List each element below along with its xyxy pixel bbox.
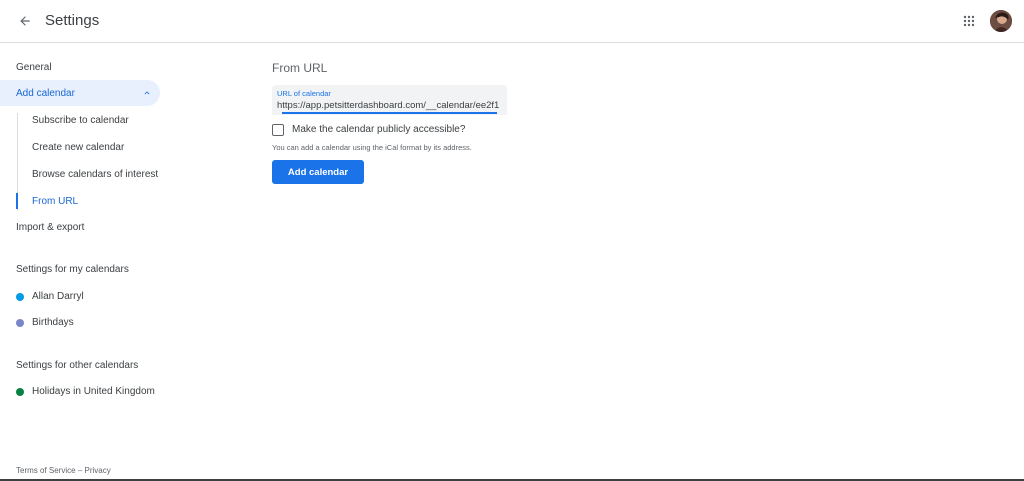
sidebar-item-import-export[interactable]: Import & export xyxy=(0,214,84,240)
calendar-label: Allan Darryl xyxy=(32,291,84,302)
calendar-color-dot xyxy=(16,319,24,327)
url-field[interactable]: URL of calendar xyxy=(272,85,507,115)
chevron-up-icon xyxy=(144,91,150,95)
calendar-item[interactable]: Holidays in United Kingdom xyxy=(0,381,170,403)
sidebar-item-from-url[interactable]: From URL xyxy=(0,188,78,214)
sidebar-item-label: Create new calendar xyxy=(32,141,125,153)
other-calendars-heading: Settings for other calendars xyxy=(16,360,139,371)
public-access-label[interactable]: Make the calendar publicly accessible? xyxy=(292,124,465,135)
sidebar-item-label: Browse calendars of interest xyxy=(32,168,159,180)
back-button[interactable] xyxy=(12,8,38,34)
calendar-color-dot xyxy=(16,293,24,301)
top-bar: Settings xyxy=(0,0,1024,43)
calendar-color-dot xyxy=(16,388,24,396)
sidebar-item-subscribe[interactable]: Subscribe to calendar xyxy=(0,107,129,133)
footer-separator: – xyxy=(77,466,83,475)
calendar-item[interactable]: Allan Darryl xyxy=(0,286,170,308)
apps-button[interactable] xyxy=(959,11,979,31)
avatar[interactable] xyxy=(990,10,1012,32)
public-access-checkbox[interactable] xyxy=(272,124,284,136)
sidebar-item-add-calendar[interactable]: Add calendar xyxy=(0,80,160,106)
sidebar-item-create-new[interactable]: Create new calendar xyxy=(0,134,124,160)
url-field-focus-underline xyxy=(282,112,497,114)
sidebar-item-general[interactable]: General xyxy=(0,54,52,80)
my-calendars-heading: Settings for my calendars xyxy=(16,264,129,275)
sidebar-item-label: General xyxy=(16,61,52,73)
calendar-label: Holidays in United Kingdom xyxy=(32,386,155,397)
arrow-left-icon xyxy=(20,16,30,26)
footer-links: Terms of Service – Privacy xyxy=(16,466,111,475)
terms-link[interactable]: Terms of Service xyxy=(16,466,76,475)
sidebar-item-label: From URL xyxy=(32,195,79,207)
help-text: You can add a calendar using the iCal fo… xyxy=(272,143,472,152)
sidebar-item-label: Import & export xyxy=(16,221,85,233)
sidebar: General Add calendar Subscribe to calend… xyxy=(0,43,170,481)
sidebar-item-label: Subscribe to calendar xyxy=(32,114,129,126)
add-calendar-button[interactable]: Add calendar xyxy=(272,160,364,184)
privacy-link[interactable]: Privacy xyxy=(85,466,111,475)
url-field-label: URL of calendar xyxy=(277,89,331,98)
sidebar-item-label: Add calendar xyxy=(16,87,75,99)
calendar-item[interactable]: Birthdays xyxy=(0,312,170,334)
user-avatar-icon xyxy=(990,10,1012,32)
url-input[interactable] xyxy=(276,98,504,112)
page-title: Settings xyxy=(45,12,100,29)
sidebar-item-browse[interactable]: Browse calendars of interest xyxy=(0,161,158,187)
section-title: From URL xyxy=(272,61,328,75)
calendar-label: Birthdays xyxy=(32,317,74,328)
apps-grid-icon xyxy=(963,15,975,27)
